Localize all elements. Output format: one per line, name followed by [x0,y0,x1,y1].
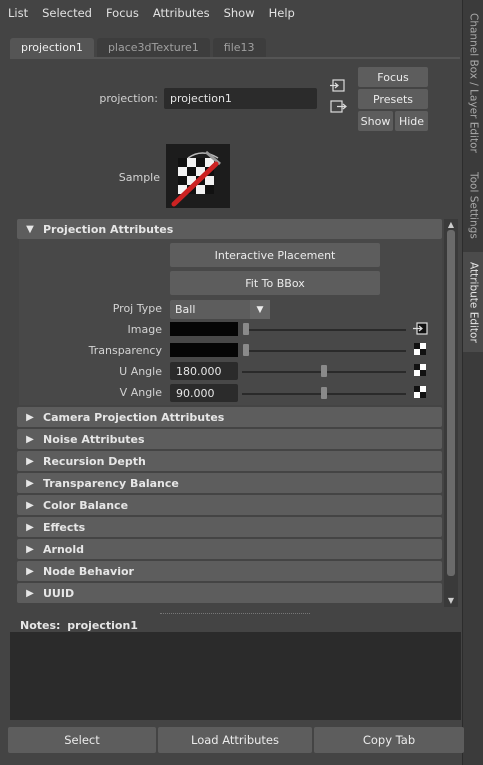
checker-map-icon[interactable] [414,386,426,398]
checker-map-icon[interactable] [414,364,426,376]
select-button[interactable]: Select [8,727,156,753]
section-arnold[interactable]: ▶ Arnold [17,539,442,559]
v-angle-field[interactable]: 90.000 [170,384,238,402]
tab-projection1[interactable]: projection1 [10,38,94,58]
image-color-swatch[interactable] [170,322,238,336]
menu-list[interactable]: List [8,6,28,20]
fit-to-bbox-button[interactable]: Fit To BBox [170,271,380,295]
v-angle-label: V Angle [119,386,162,399]
chevron-right-icon: ▶ [26,565,34,577]
show-button[interactable]: Show [358,111,393,131]
copy-tab-button[interactable]: Copy Tab [314,727,464,753]
chevron-down-icon: ▼ [26,223,34,235]
tab-place3dtexture1[interactable]: place3dTexture1 [96,38,210,58]
chevron-right-icon: ▶ [26,411,34,423]
section-label: Camera Projection Attributes [43,410,225,424]
sample-swatch [166,144,230,208]
image-slider-track[interactable] [244,329,406,331]
transparency-label: Transparency [88,344,162,357]
proj-type-dropdown[interactable]: Ball ▼ [170,300,270,319]
proj-type-label: Proj Type [112,302,162,315]
map-input-icon[interactable] [412,321,429,337]
transparency-slider-track[interactable] [244,350,406,352]
v-angle-slider-handle[interactable] [321,387,327,399]
notes-textarea[interactable] [10,632,461,720]
tab-attribute-editor-label: Attribute Editor [467,261,480,343]
scroll-down-icon[interactable]: ▼ [446,597,456,605]
sample-label: Sample [118,171,160,184]
tab-tool-settings[interactable]: Tool Settings [463,165,483,245]
input-connection-icon[interactable] [329,78,347,94]
right-dock: Channel Box / Layer Editor Tool Settings… [462,0,483,765]
chevron-right-icon: ▶ [26,521,34,533]
section-color-balance[interactable]: ▶ Color Balance [17,495,442,515]
section-label: Recursion Depth [43,454,146,468]
section-label: Noise Attributes [43,432,145,446]
section-transparency-balance[interactable]: ▶ Transparency Balance [17,473,442,493]
projection-attributes-header[interactable]: ▼ Projection Attributes [17,219,442,239]
chevron-right-icon: ▶ [26,587,34,599]
menu-selected[interactable]: Selected [42,6,92,20]
notes-node-name: projection1 [67,619,138,632]
chevron-right-icon: ▶ [26,477,34,489]
chevron-down-icon: ▼ [250,300,270,319]
section-camera-projection[interactable]: ▶ Camera Projection Attributes [17,407,442,427]
section-effects[interactable]: ▶ Effects [17,517,442,537]
section-noise[interactable]: ▶ Noise Attributes [17,429,442,449]
projection-attributes-title: Projection Attributes [43,222,174,236]
notes-label: Notes: [20,619,61,632]
menu-focus[interactable]: Focus [106,6,139,20]
scroll-up-icon[interactable]: ▲ [446,221,456,229]
chevron-right-icon: ▶ [26,455,34,467]
node-tabs: projection1 place3dTexture1 file13 [10,38,266,58]
transparency-slider-handle[interactable] [243,344,249,356]
presets-button[interactable]: Presets [358,89,428,109]
tab-channel-box-label: Channel Box / Layer Editor [467,13,480,153]
proj-type-value: Ball [175,303,196,316]
u-angle-label: U Angle [119,365,162,378]
section-label: Effects [43,520,86,534]
menu-bar: List Selected Focus Attributes Show Help [0,0,462,26]
tab-channel-box[interactable]: Channel Box / Layer Editor [463,8,483,158]
splitter-handle[interactable] [160,613,310,615]
section-uuid[interactable]: ▶ UUID [17,583,442,603]
section-label: UUID [43,586,75,600]
checker-map-icon[interactable] [414,343,426,355]
projection-sample-icon [171,150,221,207]
section-label: Color Balance [43,498,129,512]
menu-show[interactable]: Show [224,6,255,20]
image-label: Image [127,323,162,336]
node-name-field[interactable]: projection1 [164,88,317,109]
section-label: Transparency Balance [43,476,179,490]
tab-attribute-editor[interactable]: Attribute Editor [463,252,483,352]
chevron-right-icon: ▶ [26,433,34,445]
scrollbar-thumb[interactable] [447,230,455,576]
section-node-behavior[interactable]: ▶ Node Behavior [17,561,442,581]
node-name-label: projection: [99,92,158,105]
u-angle-field[interactable]: 180.000 [170,362,238,380]
tab-file13[interactable]: file13 [212,38,266,58]
section-label: Arnold [43,542,84,556]
hide-button[interactable]: Hide [395,111,428,131]
u-angle-slider-handle[interactable] [321,365,327,377]
menu-help[interactable]: Help [269,6,295,20]
chevron-right-icon: ▶ [26,499,34,511]
tab-underline [10,57,460,59]
output-connection-icon[interactable] [329,99,347,115]
focus-button[interactable]: Focus [358,67,428,87]
section-label: Node Behavior [43,564,134,578]
section-recursion-depth[interactable]: ▶ Recursion Depth [17,451,442,471]
tab-tool-settings-label: Tool Settings [467,171,480,239]
menu-attributes[interactable]: Attributes [153,6,210,20]
chevron-right-icon: ▶ [26,543,34,555]
transparency-color-swatch[interactable] [170,343,238,357]
notes-heading: Notes: projection1 [20,619,138,633]
image-slider-handle[interactable] [243,323,249,335]
load-attributes-button[interactable]: Load Attributes [158,727,312,753]
interactive-placement-button[interactable]: Interactive Placement [170,243,380,267]
